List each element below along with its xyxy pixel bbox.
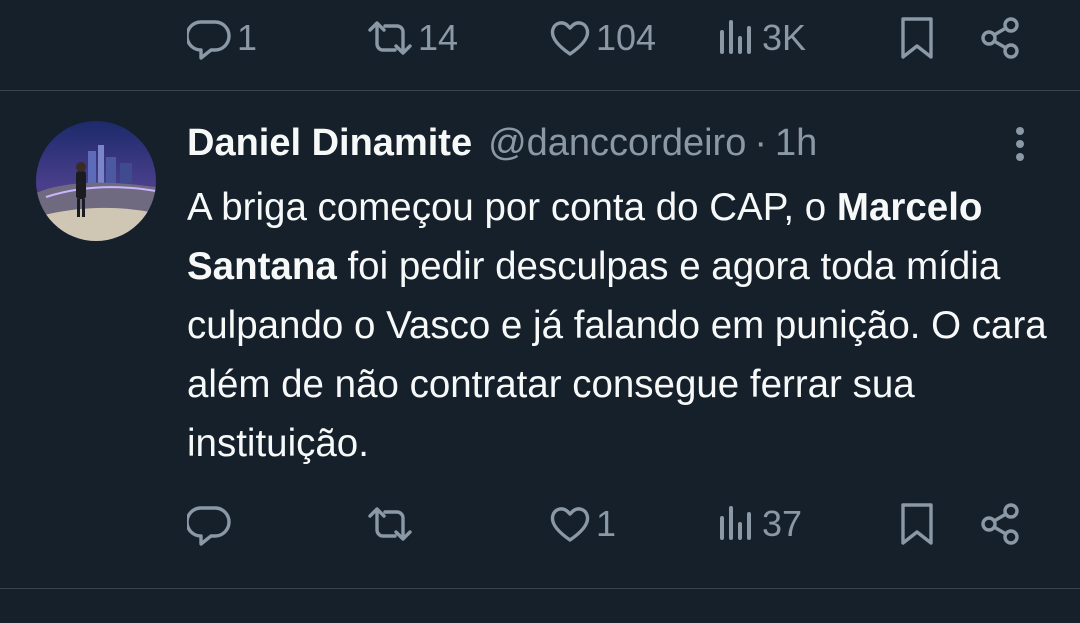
retweet-icon [366, 502, 414, 546]
like-button[interactable]: 1 [548, 494, 616, 554]
reply-icon [187, 502, 233, 546]
like-button[interactable]: 104 [548, 8, 656, 68]
share-button[interactable] [978, 8, 1024, 68]
views-icon [718, 502, 758, 546]
bookmark-icon [898, 15, 936, 61]
bookmark-button[interactable] [898, 494, 936, 554]
retweet-button[interactable]: 14 [366, 8, 458, 68]
share-icon [978, 16, 1024, 60]
previous-tweet-action-bar: 1 14 104 3K [0, 8, 1080, 68]
like-count: 1 [596, 503, 617, 544]
tweet-text: A briga começou por conta do CAP, o Marc… [187, 178, 1057, 473]
heart-icon [548, 16, 592, 60]
views-button[interactable]: 37 [718, 494, 802, 554]
retweet-button[interactable] [366, 494, 418, 554]
tweet-timestamp[interactable]: 1h [775, 122, 817, 165]
like-count: 104 [596, 17, 657, 58]
bookmark-button[interactable] [898, 8, 936, 68]
author-handle[interactable]: @danccordeiro [488, 122, 746, 165]
header-separator: · [754, 121, 767, 164]
share-button[interactable] [978, 494, 1024, 554]
views-count: 3K [762, 17, 807, 58]
more-options-button[interactable] [1004, 124, 1036, 164]
share-icon [978, 502, 1024, 546]
tweet-divider [0, 90, 1080, 91]
views-count: 37 [762, 503, 803, 544]
tweet-header: Daniel Dinamite @danccordeiro · 1h [187, 118, 817, 168]
reply-count: 1 [237, 17, 258, 58]
tweet-action-bar: 1 37 [0, 494, 1080, 554]
avatar[interactable] [36, 121, 156, 241]
reply-icon [187, 16, 233, 60]
more-icon [1004, 127, 1036, 168]
tweet-text-part1: A briga começou por conta do CAP, o [187, 186, 837, 229]
author-display-name[interactable]: Daniel Dinamite [187, 122, 472, 165]
reply-button[interactable]: 1 [187, 8, 257, 68]
views-icon [718, 16, 758, 60]
views-button[interactable]: 3K [718, 8, 806, 68]
retweet-icon [366, 16, 414, 60]
bookmark-icon [898, 501, 936, 547]
tweet-divider [0, 588, 1080, 589]
retweet-count: 14 [418, 17, 459, 58]
heart-icon [548, 502, 592, 546]
reply-button[interactable] [187, 494, 237, 554]
